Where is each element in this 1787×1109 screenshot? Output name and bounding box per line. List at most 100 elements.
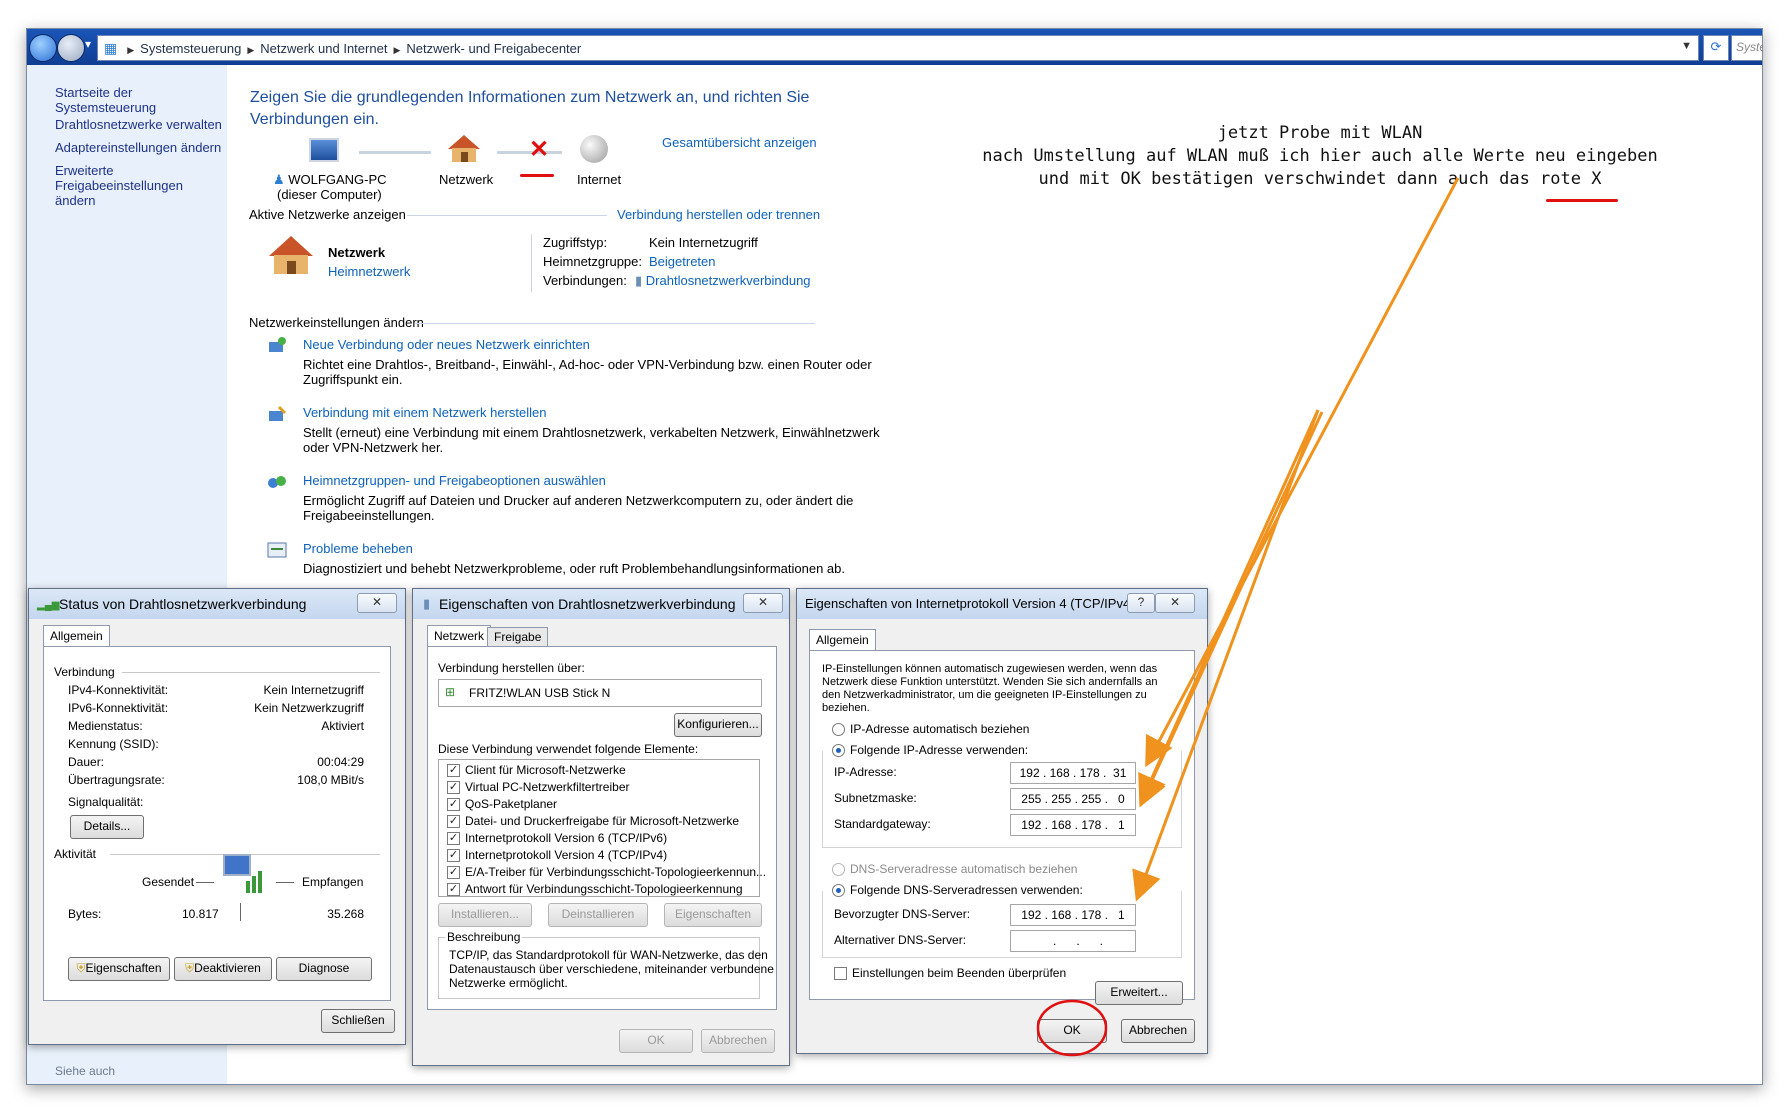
ok-button[interactable]: OK [1037,1019,1107,1043]
sidebar-item-home[interactable]: Startseite der Systemsteuerung [55,85,225,115]
items-label: Diese Verbindung verwendet folgende Elem… [438,742,699,756]
item-checkbox[interactable]: ✓ [447,866,460,879]
sidebar-item-sharing[interactable]: Erweiterte Freigabeeinstellungen ändern [55,163,225,208]
ok-button[interactable]: OK [619,1029,693,1053]
list-item[interactable]: Internetprotokoll Version 4 (TCP/IPv4) [465,848,667,862]
validate-label[interactable]: Einstellungen beim Beenden überprüfen [852,966,1066,980]
address-bar: ▾ ▦ ▶ Systemsteuerung ▶ Netzwerk und Interne… [27,29,1762,65]
uninstall-button[interactable]: Deinstallieren [548,903,648,927]
divider [276,882,294,883]
list-item[interactable]: QoS-Paketplaner [465,797,557,811]
homegroup-link[interactable]: Beigetreten [649,254,716,269]
divider [407,215,607,216]
task-connect-network[interactable]: Verbindung mit einem Netzwerk herstellen [303,405,547,420]
refresh-icon[interactable]: ⟳ [1703,35,1729,61]
advanced-button[interactable]: Erweitert... [1095,981,1183,1005]
validate-checkbox[interactable] [834,967,847,980]
item-checkbox[interactable]: ✓ [447,781,460,794]
subnet-mask-input[interactable]: 255 . 255 . 255 . 0 [1010,788,1136,810]
sidebar-item-wireless[interactable]: Drahtlosnetzwerke verwalten [55,117,225,132]
tab-netzwerk[interactable]: Netzwerk [427,625,492,646]
search-input[interactable]: Systemsteuerung durchsuchen [1731,35,1762,61]
details-button[interactable]: Details... [70,815,144,839]
info-text: den Netzwerkadministrator, um die geeign… [822,689,1147,701]
breadcrumb-item-freigabecenter[interactable]: Netzwerk- und Freigabecenter [406,41,581,56]
task-desc: Richtet eine Drahtlos-, Breitband-, Einw… [303,357,872,372]
item-checkbox[interactable]: ✓ [447,883,460,896]
close-icon[interactable]: ✕ [357,593,397,613]
sidebar-item-adapter[interactable]: Adaptereinstellungen ändern [55,140,225,155]
auto-dns-radio[interactable] [832,863,845,876]
divider [122,672,380,673]
properties-button[interactable]: ⛨Eigenschaften [68,957,170,981]
network-user-icon: ♟ [273,172,285,187]
list-item[interactable]: Virtual PC-Netzwerkfiltertreiber [465,780,630,794]
description-label: Beschreibung [445,930,523,944]
auto-dns-label[interactable]: DNS-Serveradresse automatisch beziehen [850,862,1077,876]
row-label: IPv6-Konnektivität: [68,701,169,715]
group-label: Verbindung [54,665,115,679]
breadcrumb-item-netzwerk-internet[interactable]: Netzwerk und Internet [260,41,387,56]
deactivate-button[interactable]: ⛨Deaktivieren [174,957,272,981]
wireless-connection-link[interactable]: ▮ Drahtlosnetzwerkverbindung [635,273,811,289]
tab-freigabe[interactable]: Freigabe [487,627,549,646]
breadcrumb-item-systemsteuerung[interactable]: Systemsteuerung [140,41,241,56]
access-type-value: Kein Internetzugriff [649,235,758,250]
task-new-connection[interactable]: Neue Verbindung oder neues Netzwerk einr… [303,337,590,352]
alternate-dns-input[interactable]: . . . [1010,930,1136,952]
tab-allgemein[interactable]: Allgemein [43,625,110,646]
address-dropdown-icon[interactable]: ▼ [1681,40,1692,52]
active-network-name: Netzwerk [328,245,386,260]
configure-button[interactable]: Konfigurieren... [674,713,762,737]
item-properties-button[interactable]: Eigenschaften [664,903,762,927]
task-homegroup[interactable]: Heimnetzgruppen- und Freigabeoptionen au… [303,473,606,488]
deactivate-button-label: Deaktivieren [194,961,261,975]
item-checkbox[interactable]: ✓ [447,815,460,828]
adapter-properties-dialog: ▮ Eigenschaften von Drahtlosnetzwerkverb… [412,588,790,1066]
see-also-label: Siehe auch [55,1064,116,1078]
item-checkbox[interactable]: ✓ [447,798,460,811]
cancel-button[interactable]: Abbrechen [1121,1019,1195,1043]
item-checkbox[interactable]: ✓ [447,832,460,845]
address-field[interactable]: ▦ ▶ Systemsteuerung ▶ Netzwerk und Internet ▶… [97,35,1699,61]
item-checkbox[interactable]: ✓ [447,849,460,862]
connect-disconnect-link[interactable]: Verbindung herstellen oder trennen [617,207,820,222]
active-networks-label: Aktive Netzwerke anzeigen [249,207,406,222]
dialog-title: Eigenschaften von Drahtlosnetzwerkverbin… [439,596,736,612]
auto-ip-radio[interactable] [832,723,845,736]
bytes-received-value: 35.268 [327,907,364,921]
ip-address-input[interactable]: 192 . 168 . 178 . 31 [1010,762,1136,784]
list-item[interactable]: Client für Microsoft-Netzwerke [465,763,626,777]
preferred-dns-input[interactable]: 192 . 168 . 178 . 1 [1010,904,1136,926]
row-value: Kein Netzwerkzugriff [254,701,364,715]
network-type-link[interactable]: Heimnetzwerk [328,264,410,279]
close-button[interactable]: Schließen [321,1009,395,1033]
task-troubleshoot[interactable]: Probleme beheben [303,541,413,556]
list-item[interactable]: Antwort für Verbindungsschicht-Topologie… [465,882,743,896]
overview-link[interactable]: Gesamtübersicht anzeigen [662,135,817,150]
chevron-right-icon: ▶ [247,45,255,55]
diagnose-button[interactable]: Diagnose [276,957,372,981]
auto-ip-label[interactable]: IP-Adresse automatisch beziehen [850,722,1029,736]
list-item[interactable]: Datei- und Druckerfreigabe für Microsoft… [465,814,739,828]
disconnected-x-icon: ✕ [529,136,550,163]
list-item[interactable]: E/A-Treiber für Verbindungsschicht-Topol… [465,865,766,879]
ip-address-label: IP-Adresse: [834,765,897,779]
history-dropdown-icon[interactable]: ▾ [85,37,91,51]
install-button[interactable]: Installieren... [438,903,532,927]
connections-label: Verbindungen: [543,273,627,288]
list-item[interactable]: Internetprotokoll Version 6 (TCP/IPv6) [465,831,667,845]
forward-button[interactable] [57,34,85,62]
cancel-button[interactable]: Abbrechen [701,1029,775,1053]
close-icon[interactable]: ✕ [743,593,783,613]
help-icon[interactable]: ? [1127,593,1155,613]
back-button[interactable] [29,34,57,62]
gateway-input[interactable]: 192 . 168 . 178 . 1 [1010,814,1136,836]
item-checkbox[interactable]: ✓ [447,764,460,777]
group-label: Aktivität [54,847,97,861]
pc-subtitle: (dieser Computer) [277,187,382,202]
row-value: Aktiviert [321,719,364,733]
tab-allgemein[interactable]: Allgemein [809,629,876,650]
close-icon[interactable]: ✕ [1155,593,1195,613]
row-value: 108,0 MBit/s [297,773,364,787]
